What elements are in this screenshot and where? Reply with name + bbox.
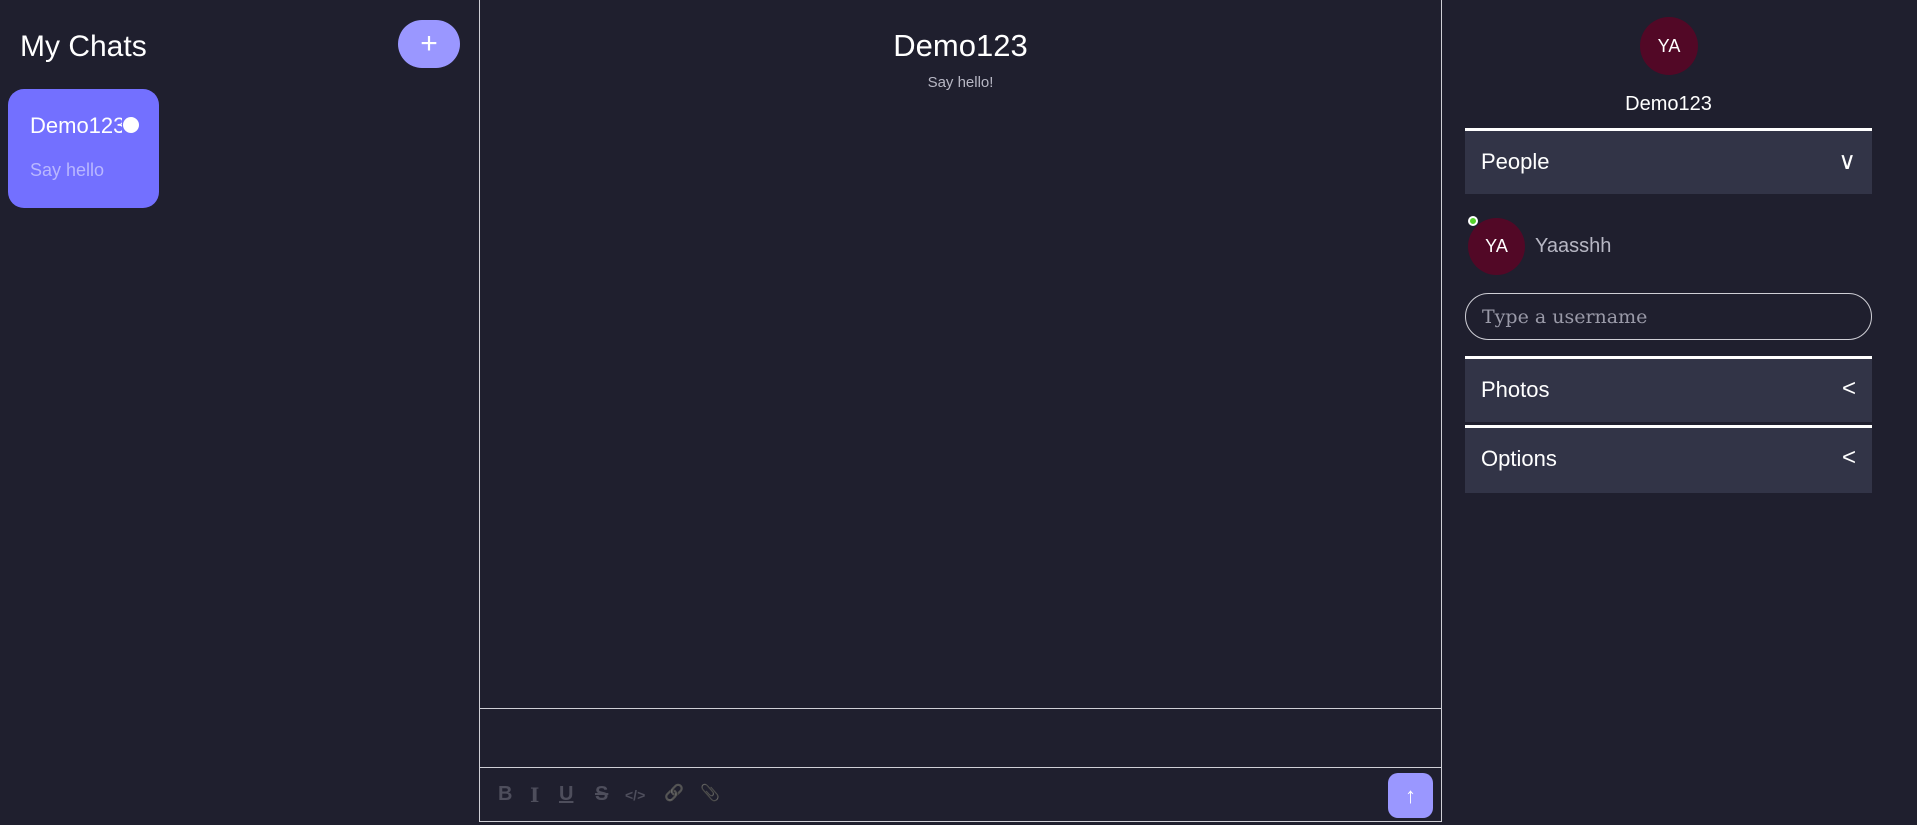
chevron-left-icon: < bbox=[1841, 375, 1856, 402]
member-avatar: YA bbox=[1468, 218, 1525, 275]
chat-panel: Demo123 Say hello! B I U S </> 🔗 📎 ↑ bbox=[479, 0, 1442, 822]
unread-dot-icon bbox=[123, 117, 139, 133]
bold-icon[interactable]: B bbox=[498, 783, 512, 806]
underline-icon[interactable]: U bbox=[559, 783, 573, 806]
online-status-icon bbox=[1468, 216, 1478, 226]
section-photos[interactable]: Photos < bbox=[1465, 356, 1872, 422]
code-icon[interactable]: </> bbox=[625, 787, 645, 803]
section-label: Photos bbox=[1481, 377, 1550, 402]
chat-card-preview: Say hello bbox=[30, 160, 105, 180]
italic-icon[interactable]: I bbox=[530, 783, 539, 807]
username-input[interactable] bbox=[1465, 293, 1872, 340]
new-chat-button[interactable]: + bbox=[398, 20, 460, 68]
send-button[interactable]: ↑ bbox=[1388, 773, 1433, 818]
attachment-icon[interactable]: 📎 bbox=[700, 783, 720, 803]
chat-details-name: Demo123 bbox=[1625, 93, 1712, 115]
link-icon[interactable]: 🔗 bbox=[664, 783, 684, 803]
chat-subtitle: Say hello! bbox=[927, 74, 994, 91]
chat-card-name: Demo123 bbox=[30, 113, 122, 138]
chat-avatar: YA bbox=[1640, 17, 1698, 75]
chat-card[interactable]: Demo123 Say hello bbox=[8, 89, 159, 208]
member-name: Yaasshh bbox=[1535, 235, 1612, 257]
chevron-down-icon: ∨ bbox=[1838, 148, 1856, 175]
chat-title: Demo123 bbox=[893, 28, 1028, 63]
section-label: People bbox=[1481, 149, 1550, 174]
formatting-toolbar: B I U S </> 🔗 📎 ↑ bbox=[480, 768, 1441, 821]
message-input[interactable] bbox=[479, 708, 1442, 768]
page-title: My Chats bbox=[20, 30, 147, 63]
section-label: Options bbox=[1481, 446, 1557, 471]
section-people[interactable]: People ∨ bbox=[1465, 128, 1872, 194]
section-options[interactable]: Options < bbox=[1465, 425, 1872, 493]
strikethrough-icon[interactable]: S bbox=[595, 783, 608, 806]
chevron-left-icon: < bbox=[1841, 444, 1856, 471]
